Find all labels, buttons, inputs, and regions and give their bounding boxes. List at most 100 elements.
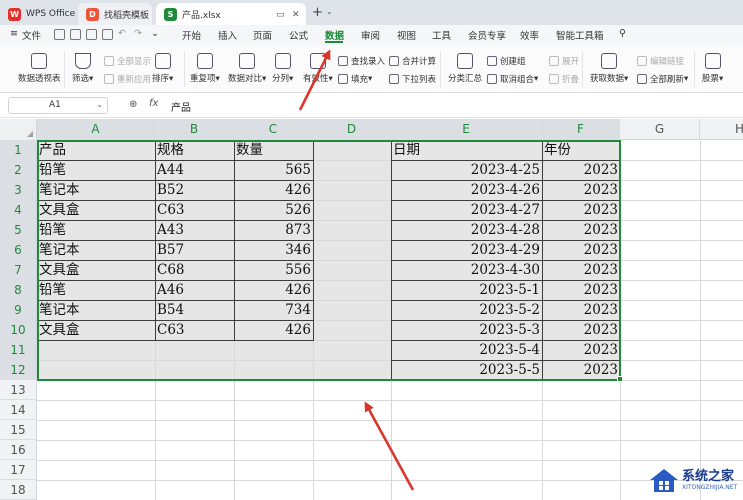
column-header-F[interactable]: F xyxy=(542,119,620,140)
row-header-2[interactable]: 2 xyxy=(0,160,37,180)
chevron-down-icon[interactable]: ⌄ xyxy=(326,7,333,16)
column-header-D[interactable]: D xyxy=(313,119,391,140)
folder-icon[interactable] xyxy=(54,29,65,40)
active-menu-indicator xyxy=(325,41,343,43)
print-icon[interactable] xyxy=(86,29,97,40)
select-all-corner[interactable] xyxy=(0,119,37,140)
sort-button[interactable]: 排序▾ xyxy=(152,53,173,84)
subtotal-icon xyxy=(457,53,473,69)
row-header-9[interactable]: 9 xyxy=(0,300,37,320)
row-header-18[interactable]: 18 xyxy=(0,480,37,500)
menu-view[interactable]: 视图 xyxy=(397,28,416,42)
row-header-11[interactable]: 11 xyxy=(0,340,37,360)
split-column-icon xyxy=(274,53,291,69)
print-preview-icon[interactable] xyxy=(102,29,113,40)
get-data-button[interactable]: 获取数据▾ xyxy=(590,53,628,84)
pivot-table-button[interactable]: 数据透视表 xyxy=(18,53,61,84)
row-header-3[interactable]: 3 xyxy=(0,180,37,200)
reapply-button[interactable]: 重新应用 xyxy=(104,73,151,85)
button-label: 填充 xyxy=(351,75,369,85)
menu-review[interactable]: 审阅 xyxy=(361,28,380,42)
split-button[interactable]: 分列▾ xyxy=(272,53,293,84)
watermark-url: XITONGZHIJIA.NET xyxy=(682,484,738,491)
chevron-down-icon[interactable]: ⌄ xyxy=(151,28,159,39)
redo-icon[interactable]: ↷ xyxy=(134,28,142,39)
menu-page[interactable]: 页面 xyxy=(253,28,272,42)
menu-member[interactable]: 会员专享 xyxy=(468,28,506,42)
fill-handle[interactable] xyxy=(617,376,623,382)
button-label: 筛选 xyxy=(72,74,90,84)
row-header-6[interactable]: 6 xyxy=(0,240,37,260)
button-label: 股票 xyxy=(702,74,720,84)
search-icon[interactable]: ⚲ xyxy=(619,28,626,39)
divider xyxy=(694,51,695,87)
stocks-button[interactable]: 股票▾ xyxy=(702,53,723,84)
hamburger-icon[interactable]: ≡ xyxy=(10,28,18,39)
formula-input[interactable]: 产品 xyxy=(171,99,191,114)
column-header-G[interactable]: G xyxy=(620,119,700,140)
column-header-A[interactable]: A xyxy=(37,119,155,140)
sort-icon xyxy=(154,53,171,69)
row-header-13[interactable]: 13 xyxy=(0,380,37,400)
column-header-B[interactable]: B xyxy=(155,119,234,140)
new-tab-button[interactable]: + xyxy=(312,5,323,20)
consolidate-button[interactable]: 合并计算 xyxy=(389,55,436,67)
duplicates-button[interactable]: 重复项▾ xyxy=(190,53,220,84)
row-header-12[interactable]: 12 xyxy=(0,360,37,380)
row-header-7[interactable]: 7 xyxy=(0,260,37,280)
button-label: 重复项 xyxy=(190,74,216,84)
menu-home[interactable]: 开始 xyxy=(182,28,201,42)
expand-button[interactable]: 展开 xyxy=(549,55,579,67)
menu-smart-toolbox[interactable]: 智能工具箱 xyxy=(556,28,604,42)
tab-wps-office[interactable]: W WPS Office xyxy=(0,3,76,25)
menu-file[interactable]: 文件 xyxy=(22,28,41,42)
collapse-button[interactable]: 折叠 xyxy=(549,73,579,85)
close-icon[interactable]: ✕ xyxy=(292,10,300,20)
row-header-17[interactable]: 17 xyxy=(0,460,37,480)
dropdown-list-button[interactable]: 下拉列表 xyxy=(389,73,436,85)
column-header-E[interactable]: E xyxy=(391,119,542,140)
zoom-icon[interactable]: ⊕ xyxy=(129,99,137,110)
show-all-button[interactable]: 全部显示 xyxy=(104,55,151,67)
menu-data[interactable]: 数据 xyxy=(325,28,344,42)
fill-button[interactable]: 填充 ▾ xyxy=(338,73,372,85)
tab-template[interactable]: D 找稻壳模板 xyxy=(78,3,152,25)
watermark: 系统之家 XITONGZHIJIA.NET xyxy=(648,463,743,499)
filter-button[interactable]: 筛选▾ xyxy=(72,53,93,84)
validity-button[interactable]: 有效性▾ xyxy=(303,53,333,84)
compare-icon xyxy=(239,53,256,69)
spreadsheet-grid[interactable]: ABCDEFGH 1 2 3 4 5 6 7 8 9 10 11 12 13 14 15 16 17 18 产品规… xyxy=(0,119,743,500)
column-header-H[interactable]: H xyxy=(700,119,743,140)
lookup-button[interactable]: 查找录入 xyxy=(338,55,385,67)
row-header-1[interactable]: 1 xyxy=(0,140,37,160)
menu-efficiency[interactable]: 效率 xyxy=(520,28,539,42)
menu-insert[interactable]: 插入 xyxy=(218,28,237,42)
gridline-horizontal xyxy=(37,420,743,421)
row-header-14[interactable]: 14 xyxy=(0,400,37,420)
menu-formula[interactable]: 公式 xyxy=(289,28,308,42)
chevron-down-icon[interactable]: ⌄ xyxy=(96,100,103,109)
gridline-horizontal xyxy=(37,480,743,481)
row-header-4[interactable]: 4 xyxy=(0,200,37,220)
row-header-10[interactable]: 10 xyxy=(0,320,37,340)
edit-links-icon xyxy=(637,56,647,66)
save-icon[interactable] xyxy=(70,29,81,40)
subtotal-button[interactable]: 分类汇总 xyxy=(448,53,482,84)
tab-document[interactable]: S 产品.xlsx ▭ ✕ xyxy=(156,3,306,25)
fx-icon[interactable]: fx xyxy=(149,98,158,109)
compare-button[interactable]: 数据对比▾ xyxy=(228,53,266,84)
create-group-button[interactable]: 创建组 xyxy=(487,55,526,67)
refresh-all-button[interactable]: 全部刷新 ▾ xyxy=(637,73,688,85)
name-box[interactable]: A1 ⌄ xyxy=(8,97,108,114)
menu-tools[interactable]: 工具 xyxy=(432,28,451,42)
edit-links-button[interactable]: 编辑链接 xyxy=(637,55,684,67)
row-header-5[interactable]: 5 xyxy=(0,220,37,240)
monitor-icon[interactable]: ▭ xyxy=(276,10,285,20)
row-header-8[interactable]: 8 xyxy=(0,280,37,300)
column-header-C[interactable]: C xyxy=(234,119,313,140)
row-header-16[interactable]: 16 xyxy=(0,440,37,460)
ungroup-button[interactable]: 取消组合 ▾ xyxy=(487,73,538,85)
divider xyxy=(64,51,65,87)
undo-icon[interactable]: ↶ xyxy=(118,28,126,39)
row-header-15[interactable]: 15 xyxy=(0,420,37,440)
